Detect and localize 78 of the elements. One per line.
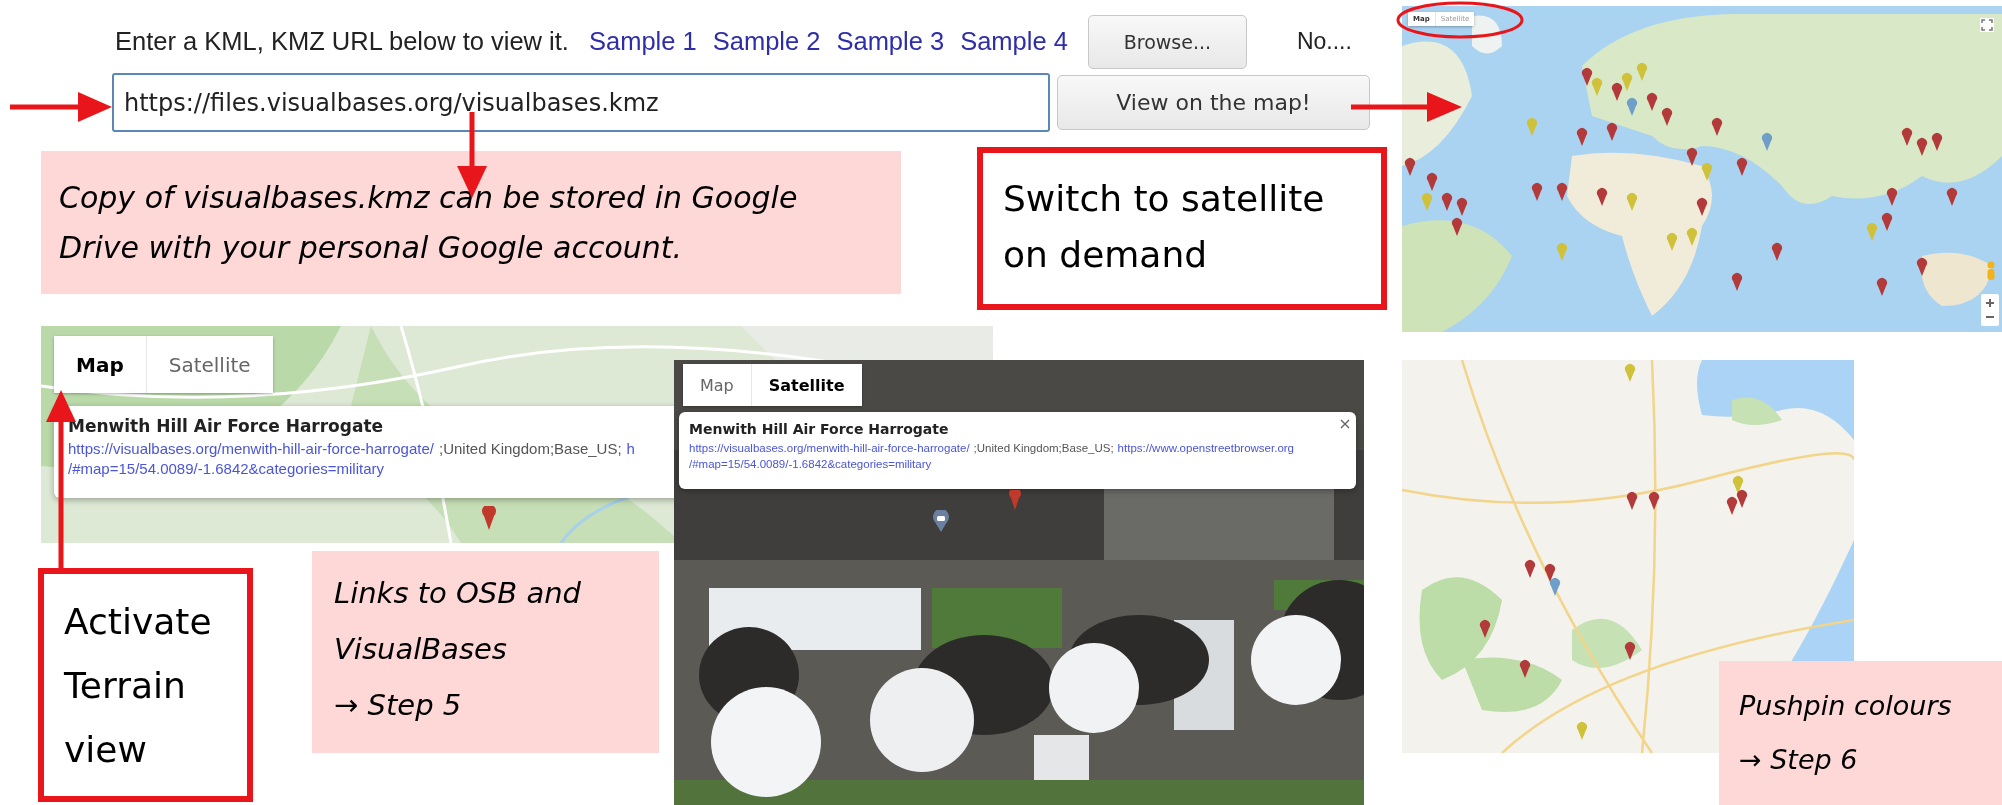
popup-title: Menwith Hill Air Force Harrogate xyxy=(68,416,385,436)
zoom-control-icon xyxy=(1981,294,1999,326)
pushpin-icon[interactable] xyxy=(1662,108,1672,126)
pushpin-icon[interactable] xyxy=(1625,642,1635,660)
pushpin-icon[interactable] xyxy=(1737,490,1747,508)
pushpin-icon[interactable] xyxy=(1582,68,1592,86)
pushpin-icon[interactable] xyxy=(1427,173,1437,191)
pushpin-icon[interactable] xyxy=(1457,198,1467,216)
sample-link[interactable]: Sample 4 xyxy=(960,27,1068,56)
pushpin-icon[interactable] xyxy=(1947,188,1957,206)
callout-text: → Step 6 xyxy=(1739,743,1859,777)
sample-link[interactable]: Sample 1 xyxy=(588,27,697,56)
pushpin-icon[interactable] xyxy=(1887,188,1897,206)
pushpin-icon[interactable] xyxy=(1452,218,1462,236)
pushpin-icon[interactable] xyxy=(1597,188,1607,206)
pushpin-icon[interactable] xyxy=(1762,133,1772,151)
pushpin-icon[interactable] xyxy=(1882,213,1892,231)
callout-text: → Step 5 xyxy=(334,687,463,724)
view-on-map-button[interactable]: View on the map! xyxy=(1057,75,1370,130)
pushpin-icon[interactable] xyxy=(1557,183,1567,201)
pushpin-icon[interactable] xyxy=(1649,492,1659,510)
browse-button[interactable]: Browse... xyxy=(1087,14,1247,69)
sample-link[interactable]: Sample 2 xyxy=(712,27,821,56)
pushpin-icon[interactable] xyxy=(1917,138,1927,156)
close-icon[interactable] xyxy=(1340,419,1350,429)
pushpin-icon[interactable] xyxy=(1532,183,1542,201)
pushpin-icon[interactable] xyxy=(1727,497,1737,515)
url-input-field[interactable]: https://files.visualbases.org/visualbases.kmz xyxy=(112,73,1050,132)
car-marker-icon xyxy=(933,510,949,532)
popup-link[interactable]: https://visualbases.org/menwith-hill-air-force-harrogate/ xyxy=(689,440,970,456)
callout-text: Pushpin colours xyxy=(1739,689,1953,723)
map-type-tab[interactable]: Satellite xyxy=(750,364,862,406)
file-status-text: No.... xyxy=(1296,28,1352,55)
instruction-text: Enter a KML, KMZ URL below to view it. xyxy=(115,27,569,56)
pushpin-icon[interactable] xyxy=(1545,564,1555,582)
fullscreen-icon xyxy=(1980,18,1994,32)
map-type-tab[interactable]: Map xyxy=(54,336,146,393)
pushpin-icon[interactable] xyxy=(1442,193,1452,211)
pushpin-icon[interactable] xyxy=(1550,578,1560,596)
pushpin-icon[interactable] xyxy=(1877,278,1887,296)
pushpin-icon[interactable] xyxy=(1480,620,1490,638)
pushpin-icon[interactable] xyxy=(1577,128,1587,146)
pushpin-icon[interactable] xyxy=(1712,118,1722,136)
pushpin-icon[interactable] xyxy=(1525,560,1535,578)
pushpin-icon[interactable] xyxy=(1932,133,1942,151)
pushpin-icon[interactable] xyxy=(1607,123,1617,141)
pushpin-icon[interactable] xyxy=(1612,83,1622,101)
map-type-tab[interactable]: Satellite xyxy=(145,336,273,393)
popup-link[interactable]: /#map=15/54.0089/-1.6842&categories=military xyxy=(689,456,932,472)
popup-link[interactable]: h xyxy=(626,439,635,459)
popup-link[interactable]: https://visualbases.org/menwith-hill-air-force-harrogate/ xyxy=(68,439,434,459)
pushpin-icon[interactable] xyxy=(1772,243,1782,261)
pushpin-icon[interactable] xyxy=(1520,660,1530,678)
pushpin-icon[interactable] xyxy=(1917,258,1927,276)
sample-link[interactable]: Sample 3 xyxy=(836,27,945,56)
popup-text: ;United Kingdom;Base_US; xyxy=(973,441,1114,456)
pushpin-icon[interactable] xyxy=(1647,93,1657,111)
pushpin-icon[interactable] xyxy=(1902,128,1912,146)
pushpin-icon[interactable] xyxy=(1627,98,1637,116)
pushpin-icon[interactable] xyxy=(1627,492,1637,510)
popup-link[interactable]: https://www.openstreetbrowser.org xyxy=(1117,440,1294,456)
callout-text: Links to OSB and VisualBases xyxy=(334,575,582,668)
pushpin-icon xyxy=(1007,490,1023,510)
map-type-tab[interactable]: Map xyxy=(683,364,751,406)
pushpin-icon[interactable] xyxy=(1737,158,1747,176)
pushpin-icon[interactable] xyxy=(1405,158,1415,176)
pushpin-icon[interactable] xyxy=(1732,273,1742,291)
callout-text: Switch to satellite on demand xyxy=(1003,177,1326,277)
popup-text: ;United Kingdom;Base_US; xyxy=(439,439,622,459)
pushpin-icon[interactable] xyxy=(1697,198,1707,216)
pushpin-icon xyxy=(479,506,499,530)
popup-link[interactable]: /#map=15/54.0089/-1.6842&categories=military xyxy=(68,459,385,479)
pushpin-icon[interactable] xyxy=(1687,148,1697,166)
callout-text: Copy of visualbases.kmz can be stored in Google Drive with your personal Google account. xyxy=(59,179,799,267)
pushpin-icon[interactable] xyxy=(1733,476,1743,494)
person-icon xyxy=(1985,261,1997,281)
popup-title: Menwith Hill Air Force Harrogate xyxy=(689,421,950,437)
callout-text: Activate Terrain view xyxy=(64,600,213,772)
